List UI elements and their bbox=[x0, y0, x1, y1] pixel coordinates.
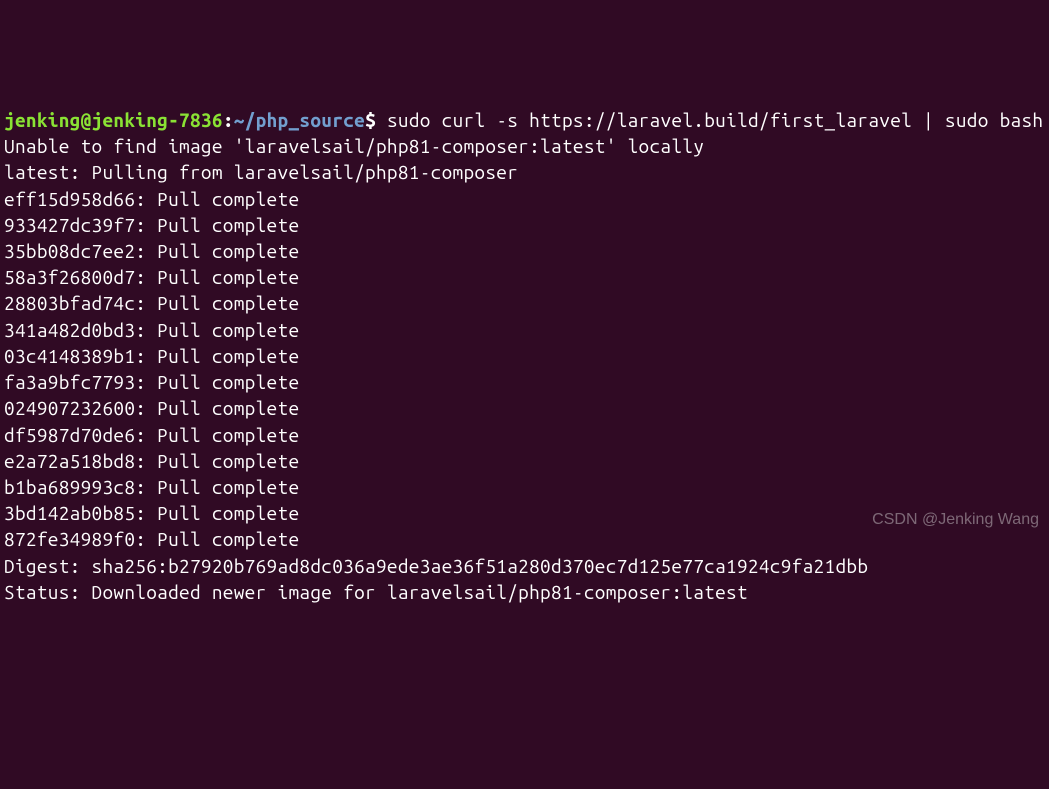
command-text: sudo curl -s https://laravel.build/first… bbox=[376, 109, 1043, 131]
prompt-path: ~/php_source bbox=[234, 109, 365, 131]
prompt-dollar: $ bbox=[365, 109, 376, 131]
layer-line: e2a72a518bd8: Pull complete bbox=[4, 450, 299, 472]
watermark-text: CSDN @Jenking Wang bbox=[872, 509, 1039, 531]
output-line: latest: Pulling from laravelsail/php81-c… bbox=[4, 161, 518, 183]
prompt-user: jenking bbox=[4, 109, 81, 131]
layer-line: fa3a9bfc7793: Pull complete bbox=[4, 371, 299, 393]
layer-line: 03c4148389b1: Pull complete bbox=[4, 345, 299, 367]
output-line: Unable to find image 'laravelsail/php81-… bbox=[4, 135, 704, 157]
output-status: Status: Downloaded newer image for larav… bbox=[4, 581, 748, 603]
layer-line: 58a3f26800d7: Pull complete bbox=[4, 266, 299, 288]
output-digest: Digest: sha256:b27920b769ad8dc036a9ede3a… bbox=[4, 555, 868, 577]
prompt-host: jenking-7836 bbox=[92, 109, 223, 131]
prompt-at: @ bbox=[81, 109, 92, 131]
layer-line: 341a482d0bd3: Pull complete bbox=[4, 319, 299, 341]
layer-line: df5987d70de6: Pull complete bbox=[4, 424, 299, 446]
layer-line: 933427dc39f7: Pull complete bbox=[4, 214, 299, 236]
layer-lines: eff15d958d66: Pull complete 933427dc39f7… bbox=[4, 186, 1045, 553]
layer-line: 024907232600: Pull complete bbox=[4, 397, 299, 419]
layer-line: 3bd142ab0b85: Pull complete bbox=[4, 502, 299, 524]
prompt-colon: : bbox=[223, 109, 234, 131]
layer-line: 28803bfad74c: Pull complete bbox=[4, 292, 299, 314]
layer-line: 872fe34989f0: Pull complete bbox=[4, 528, 299, 550]
layer-line: b1ba689993c8: Pull complete bbox=[4, 476, 299, 498]
layer-line: 35bb08dc7ee2: Pull complete bbox=[4, 240, 299, 262]
layer-line: eff15d958d66: Pull complete bbox=[4, 188, 299, 210]
